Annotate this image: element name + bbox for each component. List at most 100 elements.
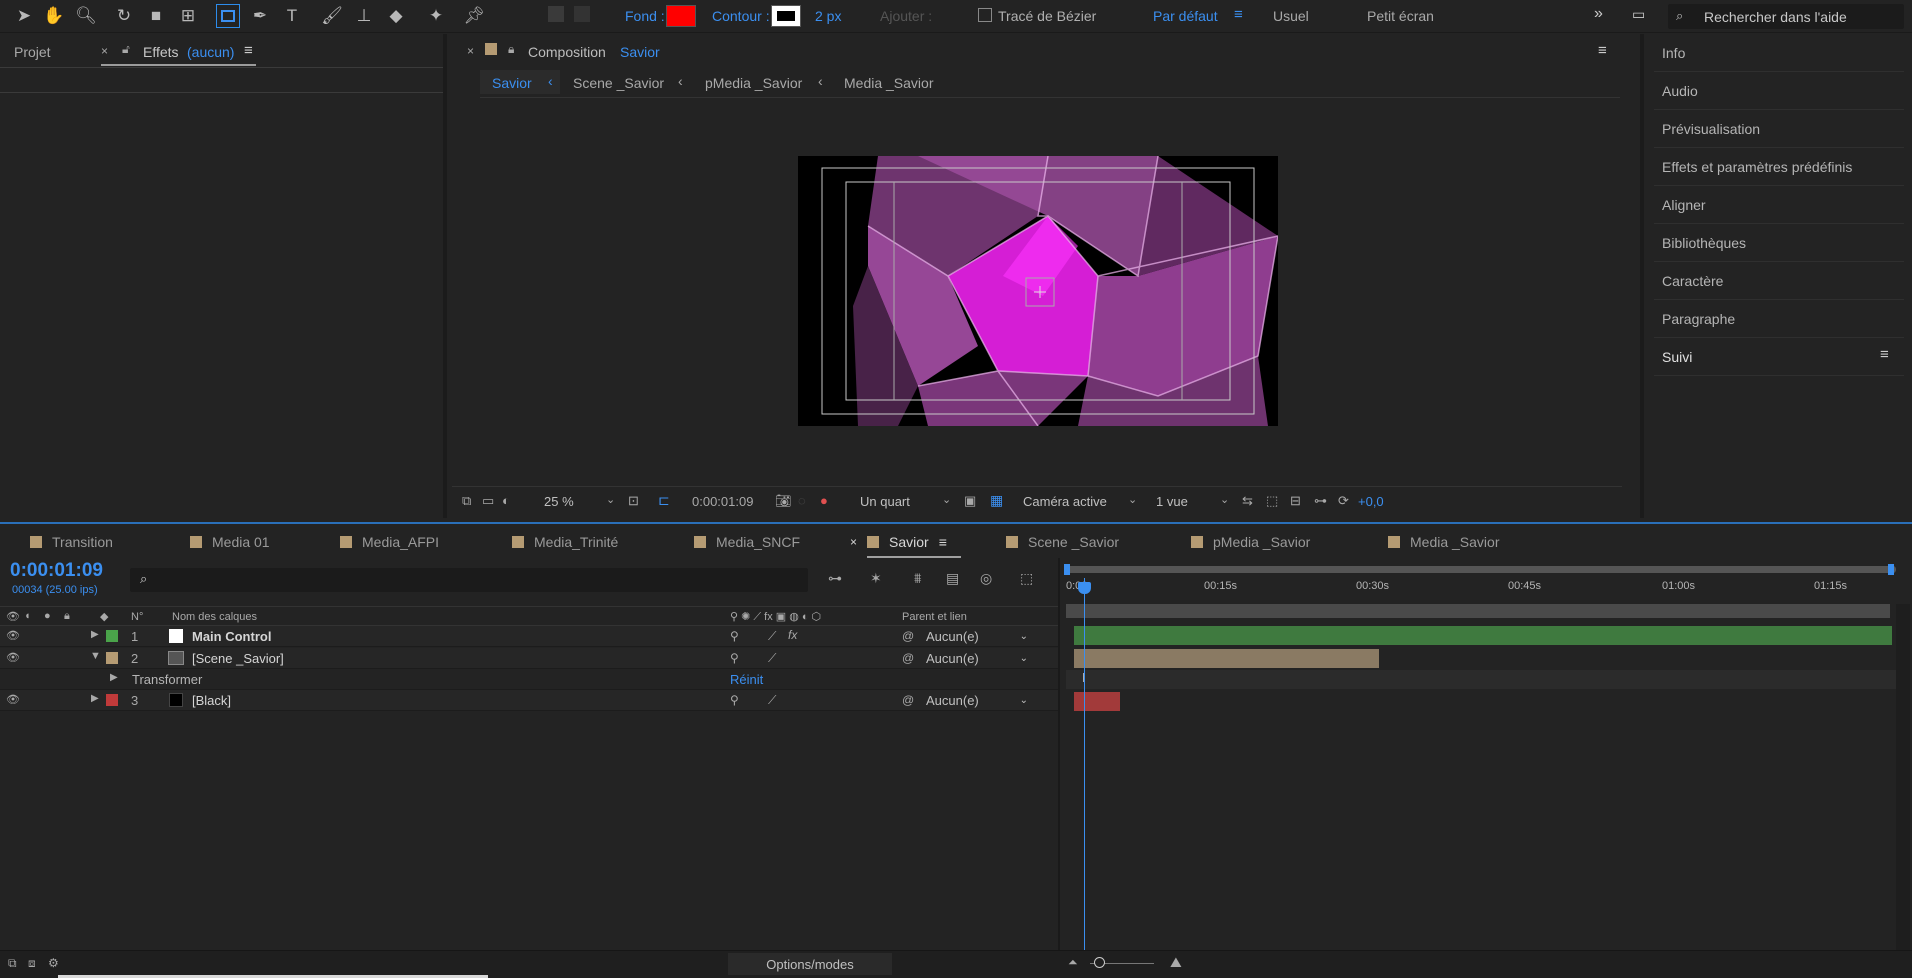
frame-blending-icon[interactable]: ▤ — [946, 570, 959, 587]
camera-tool-icon[interactable]: ■ — [144, 4, 168, 28]
layer-name[interactable]: Main Control — [192, 629, 271, 644]
tab-media-afpi[interactable]: Media_AFPI — [340, 534, 439, 550]
close-icon[interactable]: × — [850, 535, 857, 549]
pickwhip-icon[interactable]: @ — [902, 693, 914, 707]
visibility-icon[interactable]: 👁︎ — [6, 629, 20, 642]
panel-menu-icon[interactable]: ≡ — [1880, 346, 1889, 363]
lock-icon[interactable]: 🔓︎ — [122, 42, 130, 57]
timeline-icon[interactable]: ⊟ — [1290, 493, 1301, 509]
expand-arrow-icon[interactable]: ▶ — [91, 693, 99, 704]
mask-feather-icon[interactable] — [574, 6, 590, 22]
panel-menu-icon[interactable]: ≡ — [939, 534, 947, 550]
reset-link[interactable]: Réinit — [730, 672, 763, 687]
panel-info[interactable]: Info — [1654, 34, 1904, 72]
resolution-dropdown[interactable]: Un quart — [860, 494, 910, 509]
shy-switch-icon[interactable]: ⚲ — [730, 629, 739, 643]
zoom-out-icon[interactable]: ⏶ — [1068, 955, 1078, 970]
breadcrumb-item[interactable]: pMedia _Savior — [705, 75, 802, 91]
pan-behind-tool-icon[interactable]: ⊞ — [176, 4, 200, 28]
lock-icon[interactable]: 🔒︎ — [64, 610, 70, 623]
parent-dropdown[interactable]: Aucun(e) ⌄ — [920, 691, 1034, 709]
lock-icon[interactable]: 🔒︎ — [508, 42, 514, 57]
pen-tool-icon[interactable]: ✒ — [248, 4, 272, 28]
label-color-swatch[interactable] — [106, 652, 118, 664]
tab-media-01[interactable]: Media 01 — [190, 534, 270, 550]
layer-bar-scene-savior[interactable] — [1074, 649, 1379, 668]
layer-search-input[interactable]: ⌕ — [130, 568, 808, 592]
current-timecode[interactable]: 0:00:01:09 — [10, 560, 103, 582]
help-search-input[interactable]: Rechercher dans l'aide — [1704, 9, 1847, 25]
solo-icon[interactable]: ● — [44, 610, 51, 622]
work-area-bar[interactable] — [1066, 566, 1896, 573]
shy-layers-icon[interactable]: ⩩ — [914, 570, 921, 587]
playhead-handle[interactable] — [1078, 582, 1091, 594]
panel-effects-presets[interactable]: Effets et paramètres prédéfinis — [1654, 148, 1904, 186]
quality-switch-icon[interactable]: ⟋ — [768, 693, 776, 708]
label-tag-icon[interactable]: ◆ — [100, 610, 108, 623]
motion-blur-icon[interactable]: ◎ — [980, 570, 992, 587]
transparency-grid-icon[interactable]: ▦ — [990, 492, 1003, 509]
workspace-small[interactable]: Petit écran — [1367, 8, 1434, 24]
workspace-default[interactable]: Par défaut — [1153, 8, 1218, 24]
workspace-menu-icon[interactable]: ≡ — [1234, 6, 1243, 23]
visibility-icon[interactable]: 👁︎ — [6, 651, 20, 664]
fx-switch-icon[interactable]: fx — [788, 628, 797, 642]
viewer-timecode[interactable]: 0:00:01:09 — [692, 494, 753, 509]
quality-switch-icon[interactable]: ⟋ — [768, 651, 776, 666]
render-icon[interactable]: ⬚ — [1266, 493, 1278, 509]
fill-color-swatch[interactable] — [666, 5, 696, 27]
roto-brush-tool-icon[interactable]: ✦ — [424, 4, 448, 28]
close-icon[interactable]: × — [101, 44, 108, 58]
zoom-dropdown[interactable]: 25 % — [544, 494, 574, 509]
breadcrumb-item[interactable]: Media _Savior — [844, 75, 934, 91]
zoom-slider-thumb[interactable] — [1094, 957, 1105, 968]
monitor-icon[interactable]: ▭ — [482, 493, 494, 509]
options-modes-toggle[interactable]: Options/modes — [728, 953, 892, 975]
panel-tracker[interactable]: Suivi — [1654, 338, 1904, 376]
expand-arrow-icon[interactable]: ▶ — [110, 672, 118, 683]
tab-media-sncf[interactable]: Media_SNCF — [694, 534, 800, 550]
parent-dropdown[interactable]: Aucun(e) ⌄ — [920, 649, 1034, 667]
rotate-tool-icon[interactable]: ↻ — [112, 4, 136, 28]
panel-menu-icon[interactable]: ≡ — [1598, 42, 1607, 59]
tab-scene-savior[interactable]: Scene _Savior — [1006, 534, 1119, 550]
region-of-interest-icon[interactable]: ⊏ — [658, 492, 670, 509]
panel-menu-icon[interactable]: ≡ — [244, 42, 253, 59]
layer-bar-main-control[interactable] — [1074, 626, 1892, 645]
toggle-pixel-aspect-icon[interactable]: ⇆ — [1242, 493, 1253, 509]
shy-switch-icon[interactable]: ⚲ — [730, 651, 739, 665]
parent-dropdown[interactable]: Aucun(e) ⌄ — [920, 627, 1034, 645]
col-layer-name[interactable]: Nom des calques — [172, 611, 257, 623]
close-icon[interactable]: × — [467, 44, 474, 58]
work-area-end-handle[interactable] — [1888, 564, 1894, 575]
views-dropdown[interactable]: 1 vue — [1156, 494, 1188, 509]
fit-icon[interactable]: ⊡ — [628, 493, 639, 509]
sync-settings-icon[interactable]: ▭ — [1632, 6, 1645, 23]
quality-switch-icon[interactable]: ⟋ — [768, 629, 776, 644]
exposure-reset-icon[interactable]: ⟳ — [1338, 493, 1349, 509]
graph-editor-icon[interactable]: ⬚ — [1020, 570, 1033, 587]
layer-name[interactable]: [Scene _Savior] — [192, 651, 284, 666]
panel-libraries[interactable]: Bibliothèques — [1654, 224, 1904, 262]
pickwhip-icon[interactable]: @ — [902, 651, 914, 665]
tab-project[interactable]: Projet — [14, 44, 51, 60]
puppet-pin-tool-icon[interactable]: 📌︎ — [462, 4, 486, 28]
help-search[interactable]: ⌕ Rechercher dans l'aide — [1668, 4, 1904, 29]
tab-savior[interactable]: × Savior ≡ — [850, 534, 947, 550]
camera-dropdown[interactable]: Caméra active — [1023, 494, 1107, 509]
layer-row[interactable]: 👁︎ ▶ 3 [Black] ⚲ ⟋ @ Aucun(e) ⌄ — [0, 690, 1058, 711]
rectangle-tool-icon[interactable] — [216, 4, 240, 28]
channels-icon[interactable]: ● — [820, 493, 828, 508]
star-shape-icon[interactable] — [548, 6, 564, 22]
shy-switch-icon[interactable]: ⚲ — [730, 693, 739, 707]
eraser-tool-icon[interactable]: ◆ — [384, 4, 408, 28]
time-ruler[interactable]: 0:00 00:15s 00:30s 00:45s 01:00s 01:15s — [1062, 578, 1902, 598]
label-color-swatch[interactable] — [106, 630, 118, 642]
audio-icon[interactable]: ◖ — [24, 610, 31, 622]
label-color-swatch[interactable] — [106, 694, 118, 706]
tab-transition[interactable]: Transition — [30, 534, 113, 550]
composition-flowchart-icon[interactable]: ⊶ — [828, 570, 842, 587]
collapse-arrow-icon[interactable]: ▼ — [90, 650, 101, 662]
col-parent[interactable]: Parent et lien — [902, 611, 967, 623]
snapshot-camera-icon[interactable]: 📷︎ — [775, 493, 792, 509]
